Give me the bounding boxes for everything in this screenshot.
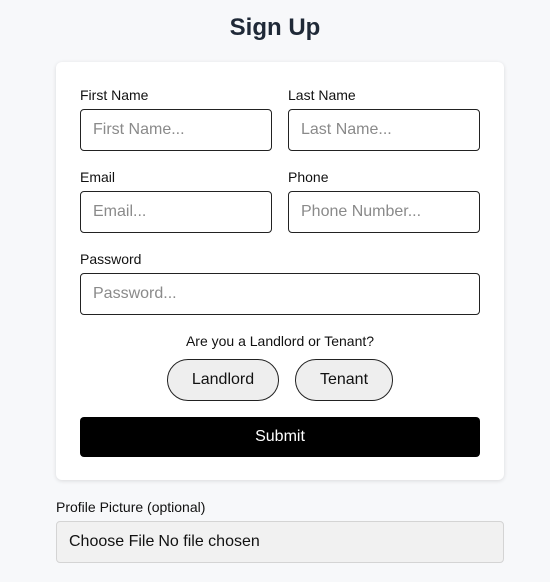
signup-form-card: First Name Last Name Email Phone Passwor… <box>56 62 504 480</box>
profile-picture-file-input[interactable]: Choose File No file chosen <box>56 521 504 563</box>
first-name-input[interactable] <box>80 109 272 151</box>
phone-label: Phone <box>288 169 329 185</box>
submit-button[interactable]: Submit <box>80 417 480 457</box>
first-name-label: First Name <box>80 87 149 103</box>
last-name-label: Last Name <box>288 87 356 103</box>
tenant-button[interactable]: Tenant <box>295 359 393 401</box>
landlord-button[interactable]: Landlord <box>167 359 279 401</box>
choose-file-button[interactable]: Choose File <box>69 533 154 551</box>
last-name-input[interactable] <box>288 109 480 151</box>
password-label: Password <box>80 251 142 267</box>
page-title: Sign Up <box>229 14 321 41</box>
profile-picture-label: Profile Picture (optional) <box>56 499 206 515</box>
email-label: Email <box>80 169 116 185</box>
phone-input[interactable] <box>288 191 480 233</box>
role-question: Are you a Landlord or Tenant? <box>185 333 375 349</box>
file-status-text: No file chosen <box>158 533 260 550</box>
password-input[interactable] <box>80 273 480 315</box>
email-input[interactable] <box>80 191 272 233</box>
